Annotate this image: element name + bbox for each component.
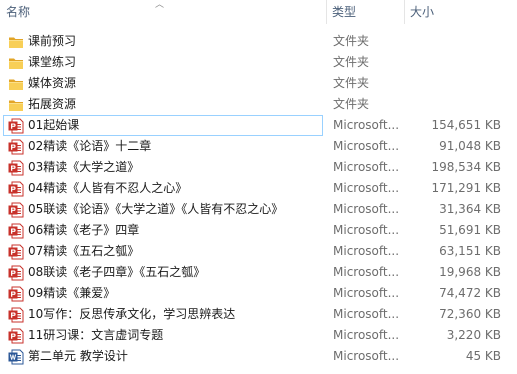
file-row[interactable]: 09精读《兼爱》 Microsoft... 74,472 KB bbox=[0, 283, 517, 304]
file-name: 课前预习 bbox=[28, 34, 77, 48]
column-header-size[interactable]: 大小 bbox=[404, 0, 517, 24]
file-row[interactable]: 11研习课：文言虚词专题 Microsoft... 3,220 KB bbox=[0, 325, 517, 346]
column-header-type[interactable]: 类型 bbox=[326, 0, 404, 24]
column-header-name[interactable]: 名称 bbox=[0, 0, 326, 24]
powerpoint-icon bbox=[8, 139, 24, 155]
file-type: 文件夹 bbox=[333, 97, 370, 111]
file-type: Microsoft... bbox=[333, 160, 400, 174]
file-name: 02精读《论语》十二章 bbox=[28, 139, 152, 153]
file-type: Microsoft... bbox=[333, 307, 400, 321]
file-type: 文件夹 bbox=[333, 76, 370, 90]
powerpoint-icon bbox=[8, 286, 24, 302]
file-type: Microsoft... bbox=[333, 223, 400, 237]
powerpoint-icon bbox=[8, 160, 24, 176]
file-size: 198,534 KB bbox=[431, 160, 501, 174]
file-row[interactable]: 07精读《五石之瓠》 Microsoft... 63,151 KB bbox=[0, 241, 517, 262]
file-type: Microsoft... bbox=[333, 181, 400, 195]
name-cell[interactable]: 课前预习 bbox=[3, 31, 323, 52]
name-cell[interactable]: 01起始课 bbox=[3, 115, 323, 136]
powerpoint-icon bbox=[8, 265, 24, 281]
powerpoint-icon bbox=[8, 118, 24, 134]
file-size: 3,220 KB bbox=[446, 328, 501, 342]
name-cell[interactable]: 03精读《大学之道》 bbox=[3, 157, 323, 178]
name-cell[interactable]: 11研习课：文言虚词专题 bbox=[3, 325, 323, 346]
file-size: 19,968 KB bbox=[439, 265, 501, 279]
name-cell[interactable]: 06精读《老子》四章 bbox=[3, 220, 323, 241]
name-cell[interactable]: 07精读《五石之瓠》 bbox=[3, 241, 323, 262]
word-doc-icon bbox=[8, 349, 24, 365]
file-name: 05联读《论语》《大学之道》《人皆有不忍之心》 bbox=[28, 202, 284, 216]
name-cell[interactable]: 拓展资源 bbox=[3, 94, 323, 115]
file-size: 154,651 KB bbox=[431, 118, 501, 132]
file-row[interactable]: 01起始课 Microsoft... 154,651 KB bbox=[0, 115, 517, 136]
file-type: Microsoft... bbox=[333, 118, 400, 132]
file-name: 04精读《人皆有不忍人之心》 bbox=[28, 181, 188, 195]
file-type: Microsoft... bbox=[333, 286, 400, 300]
file-name: 拓展资源 bbox=[28, 97, 77, 111]
file-name: 10写作：反思传承文化，学习思辨表达 bbox=[28, 307, 236, 321]
folder-icon bbox=[8, 76, 24, 92]
file-row[interactable]: 08联读《老子四章》《五石之瓠》 Microsoft... 19,968 KB bbox=[0, 262, 517, 283]
powerpoint-icon bbox=[8, 202, 24, 218]
powerpoint-icon bbox=[8, 181, 24, 197]
name-cell[interactable]: 课堂练习 bbox=[3, 52, 323, 73]
file-name: 11研习课：文言虚词专题 bbox=[28, 328, 164, 342]
file-row[interactable]: 第二单元 教学设计 Microsoft... 45 KB bbox=[0, 346, 517, 367]
file-size: 63,151 KB bbox=[439, 244, 501, 258]
file-row[interactable]: 03精读《大学之道》 Microsoft... 198,534 KB bbox=[0, 157, 517, 178]
file-name: 03精读《大学之道》 bbox=[28, 160, 140, 174]
file-name: 07精读《五石之瓠》 bbox=[28, 244, 140, 258]
file-type: Microsoft... bbox=[333, 139, 400, 153]
file-name: 课堂练习 bbox=[28, 55, 77, 69]
file-row[interactable]: 10写作：反思传承文化，学习思辨表达 Microsoft... 72,360 KB bbox=[0, 304, 517, 325]
file-type: Microsoft... bbox=[333, 244, 400, 258]
file-row[interactable]: 02精读《论语》十二章 Microsoft... 91,048 KB bbox=[0, 136, 517, 157]
file-name: 09精读《兼爱》 bbox=[28, 286, 116, 300]
folder-row[interactable]: 课前预习 文件夹 bbox=[0, 31, 517, 52]
name-cell[interactable]: 02精读《论语》十二章 bbox=[3, 136, 323, 157]
file-type: 文件夹 bbox=[333, 55, 370, 69]
file-size: 51,691 KB bbox=[439, 223, 501, 237]
file-size: 45 KB bbox=[465, 349, 501, 363]
name-cell[interactable]: 08联读《老子四章》《五石之瓠》 bbox=[3, 262, 323, 283]
file-type: Microsoft... bbox=[333, 265, 400, 279]
column-header-row: ︿ 名称 类型 大小 bbox=[0, 0, 517, 24]
name-cell[interactable]: 05联读《论语》《大学之道》《人皆有不忍之心》 bbox=[3, 199, 323, 220]
powerpoint-icon bbox=[8, 223, 24, 239]
file-size: 72,360 KB bbox=[439, 307, 501, 321]
file-name: 01起始课 bbox=[28, 118, 80, 132]
file-row[interactable]: 04精读《人皆有不忍人之心》 Microsoft... 171,291 KB bbox=[0, 178, 517, 199]
file-type: 文件夹 bbox=[333, 34, 370, 48]
folder-row[interactable]: 媒体资源 文件夹 bbox=[0, 73, 517, 94]
name-cell[interactable]: 第二单元 教学设计 bbox=[3, 346, 323, 367]
file-type: Microsoft... bbox=[333, 202, 400, 216]
file-name: 第二单元 教学设计 bbox=[28, 349, 128, 363]
file-size: 171,291 KB bbox=[431, 181, 501, 195]
powerpoint-icon bbox=[8, 328, 24, 344]
powerpoint-icon bbox=[8, 244, 24, 260]
file-size: 91,048 KB bbox=[439, 139, 501, 153]
folder-icon bbox=[8, 97, 24, 113]
name-cell[interactable]: 10写作：反思传承文化，学习思辨表达 bbox=[3, 304, 323, 325]
name-cell[interactable]: 09精读《兼爱》 bbox=[3, 283, 323, 304]
folder-icon bbox=[8, 55, 24, 71]
name-cell[interactable]: 媒体资源 bbox=[3, 73, 323, 94]
file-row[interactable]: 05联读《论语》《大学之道》《人皆有不忍之心》 Microsoft... 31,36… bbox=[0, 199, 517, 220]
file-name: 06精读《老子》四章 bbox=[28, 223, 140, 237]
folder-icon bbox=[8, 34, 24, 50]
name-cell[interactable]: 04精读《人皆有不忍人之心》 bbox=[3, 178, 323, 199]
file-size: 74,472 KB bbox=[439, 286, 501, 300]
file-size: 31,364 KB bbox=[439, 202, 501, 216]
file-type: Microsoft... bbox=[333, 349, 400, 363]
file-name: 媒体资源 bbox=[28, 76, 77, 90]
folder-row[interactable]: 拓展资源 文件夹 bbox=[0, 94, 517, 115]
file-name: 08联读《老子四章》《五石之瓠》 bbox=[28, 265, 206, 279]
folder-row[interactable]: 课堂练习 文件夹 bbox=[0, 52, 517, 73]
file-explorer-list: ︿ 名称 类型 大小 课前预习 文件夹 课堂练习 文件夹 媒体资源 文件夹 拓展资源 文件夹 0… bbox=[0, 0, 517, 374]
file-row[interactable]: 06精读《老子》四章 Microsoft... 51,691 KB bbox=[0, 220, 517, 241]
file-list: 课前预习 文件夹 课堂练习 文件夹 媒体资源 文件夹 拓展资源 文件夹 01起始课 Microso… bbox=[0, 31, 517, 367]
powerpoint-icon bbox=[8, 307, 24, 323]
file-type: Microsoft... bbox=[333, 328, 400, 342]
